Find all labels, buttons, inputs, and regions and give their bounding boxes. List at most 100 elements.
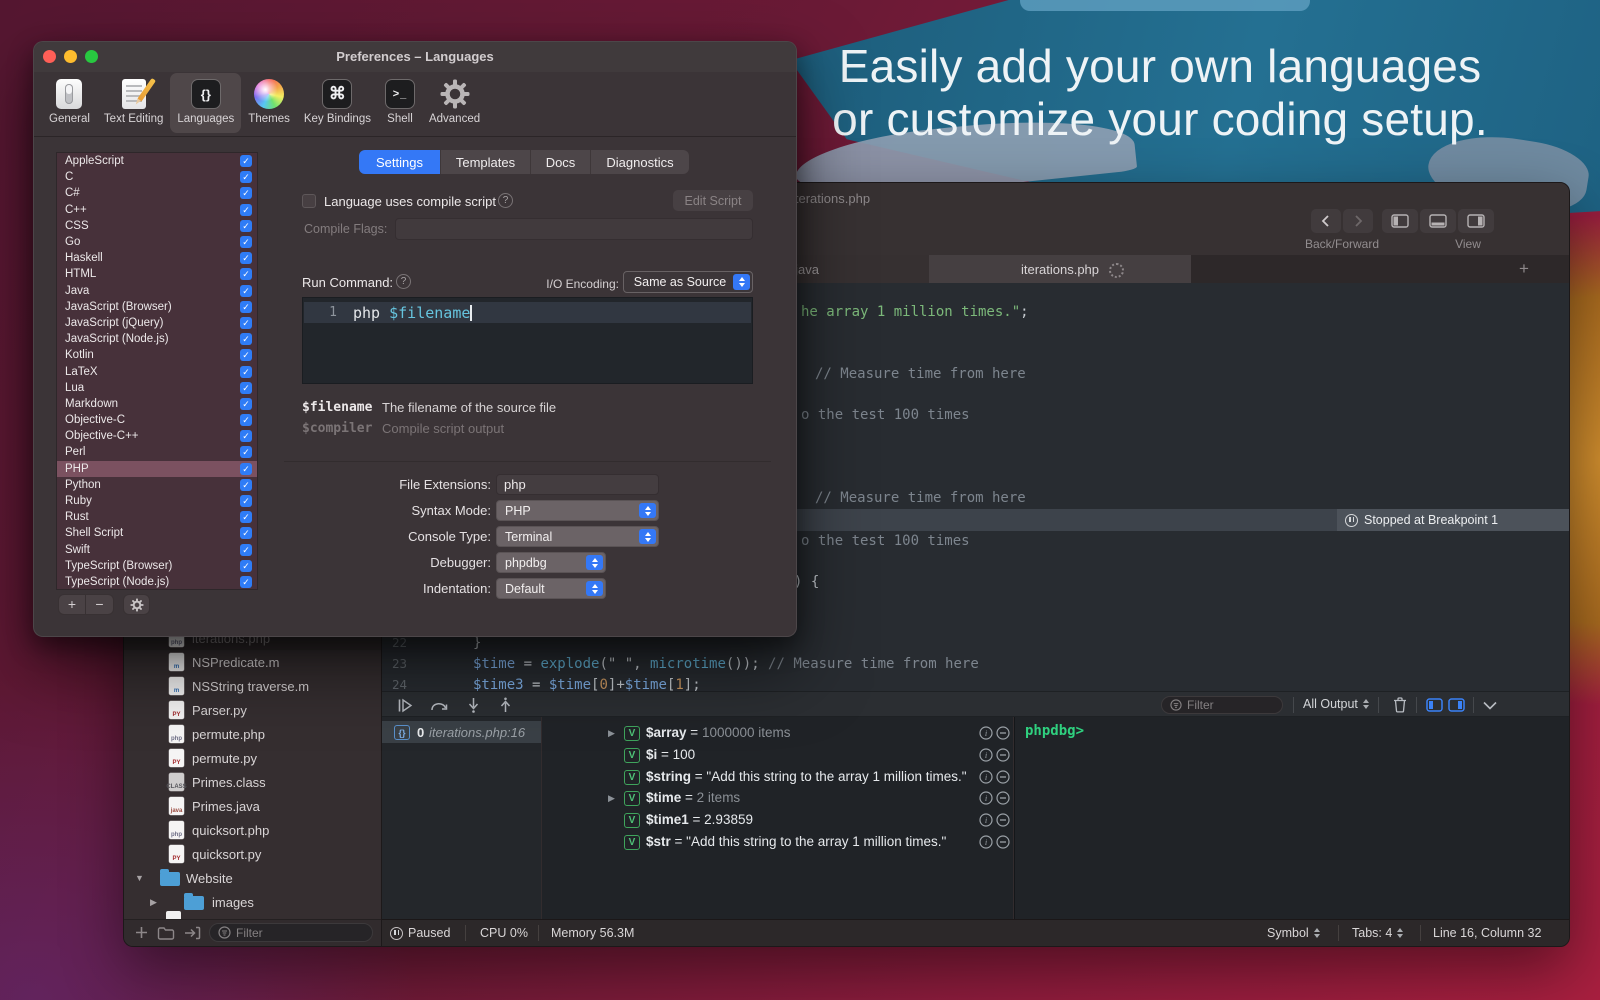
step-over-button[interactable] [430,696,448,714]
toggle-right-pane-button[interactable] [1447,696,1465,714]
checkbox-checked-icon[interactable]: ✓ [240,349,252,361]
checkbox-checked-icon[interactable]: ✓ [240,495,252,507]
debugger-popup[interactable]: phpdbg [496,552,606,573]
variable-row-time[interactable]: ▶V$time = 2 itemsi [542,788,1013,810]
checkbox-checked-icon[interactable]: ✓ [240,463,252,475]
remove-language-button[interactable]: − [86,594,114,615]
info-icon[interactable]: i [979,726,993,740]
language-row-latex[interactable]: LaTeX✓ [57,363,257,379]
info-icon[interactable]: i [979,748,993,762]
remove-watch-icon[interactable] [996,791,1010,805]
variable-row-time1[interactable]: V$time1 = 2.93859i [542,810,1013,832]
disclosure-closed-icon[interactable]: ▶ [608,728,615,739]
file-row-nspredicate-m[interactable]: mNSPredicate.m [124,650,381,674]
view-bottom-panel-button[interactable] [1420,209,1456,233]
language-row-html[interactable]: HTML✓ [57,266,257,282]
prefs-toolbar-item-languages[interactable]: {}Languages [170,73,241,133]
compile-flags-input[interactable] [395,218,753,240]
language-row-applescript[interactable]: AppleScript✓ [57,153,257,169]
tabs-dropdown[interactable]: Tabs: 4 [1352,926,1403,940]
file-row-primes-java[interactable]: javaPrimes.java [124,794,381,818]
language-row-swift[interactable]: Swift✓ [57,542,257,558]
file-row-quicksort-py[interactable]: PYquicksort.py [124,842,381,866]
prefs-tab-diagnostics[interactable]: Diagnostics [591,150,689,174]
checkbox-checked-icon[interactable]: ✓ [240,171,252,183]
language-row-typescript-browser[interactable]: TypeScript (Browser)✓ [57,558,257,574]
disclosure-closed-icon[interactable]: ▶ [150,897,157,908]
remove-watch-icon[interactable] [996,770,1010,784]
toggle-left-pane-button[interactable] [1425,696,1443,714]
clear-console-button[interactable] [1391,696,1409,714]
view-left-panel-button[interactable] [1382,209,1418,233]
back-button[interactable] [1311,209,1341,233]
collapse-console-button[interactable] [1481,696,1499,714]
run-command-help-button[interactable]: ? [396,274,411,289]
checkbox-checked-icon[interactable]: ✓ [240,187,252,199]
remove-watch-icon[interactable] [996,748,1010,762]
output-select[interactable]: All Output [1303,697,1369,711]
prefs-toolbar-item-shell[interactable]: >_Shell [378,73,422,133]
tab-iterations-php[interactable]: iterations.php [929,255,1191,283]
language-row-ruby[interactable]: Ruby✓ [57,493,257,509]
variable-row-string[interactable]: V$string = "Add this string to the array… [542,767,1013,789]
language-actions-button[interactable] [123,594,150,615]
checkbox-checked-icon[interactable]: ✓ [240,544,252,556]
console-type-popup[interactable]: Terminal [496,526,659,547]
checkbox-checked-icon[interactable]: ✓ [240,479,252,491]
checkbox-checked-icon[interactable]: ✓ [240,301,252,313]
variable-row-array[interactable]: ▶V$array = 1000000 itemsi [542,723,1013,745]
info-icon[interactable]: i [979,813,993,827]
checkbox-checked-icon[interactable]: ✓ [240,511,252,523]
indentation-popup[interactable]: Default [496,578,606,599]
sidebar-filter-input[interactable]: Filter [209,923,373,942]
prefs-toolbar-item-general[interactable]: General [42,73,97,133]
language-row-php[interactable]: PHP✓ [57,461,257,477]
language-row-haskell[interactable]: Haskell✓ [57,250,257,266]
import-button[interactable] [184,926,201,940]
language-row-go[interactable]: Go✓ [57,234,257,250]
checkbox-checked-icon[interactable]: ✓ [240,252,252,264]
checkbox-checked-icon[interactable]: ✓ [240,366,252,378]
language-row-python[interactable]: Python✓ [57,477,257,493]
info-icon[interactable]: i [979,835,993,849]
edit-script-button[interactable]: Edit Script [673,190,753,211]
prefs-toolbar-item-advanced[interactable]: Advanced [422,73,487,133]
language-row-css[interactable]: CSS✓ [57,218,257,234]
language-row-c[interactable]: C#✓ [57,185,257,201]
language-row-rust[interactable]: Rust✓ [57,509,257,525]
file-row-images[interactable]: ▶images [124,890,381,914]
view-right-panel-button[interactable] [1458,209,1494,233]
file-row-permute-php[interactable]: phppermute.php [124,722,381,746]
remove-watch-icon[interactable] [996,726,1010,740]
file-row-parser-py[interactable]: PYParser.py [124,698,381,722]
step-into-button[interactable] [464,696,482,714]
debug-console[interactable]: phpdbg> [1014,717,1570,919]
file-row-primes-class[interactable]: CLASSPrimes.class [124,770,381,794]
file-row-permute-py[interactable]: PYpermute.py [124,746,381,770]
checkbox-checked-icon[interactable]: ✓ [240,430,252,442]
language-row-shell-script[interactable]: Shell Script✓ [57,525,257,541]
compile-help-button[interactable]: ? [498,193,513,208]
checkbox-checked-icon[interactable]: ✓ [240,446,252,458]
disclosure-open-icon[interactable]: ▼ [135,873,144,883]
prefs-tab-templates[interactable]: Templates [441,150,531,174]
forward-button[interactable] [1343,209,1373,233]
checkbox-checked-icon[interactable]: ✓ [240,155,252,167]
checkbox-checked-icon[interactable]: ✓ [240,382,252,394]
language-row-c[interactable]: C✓ [57,169,257,185]
language-row-c[interactable]: C++✓ [57,202,257,218]
language-row-typescript-node-js[interactable]: TypeScript (Node.js)✓ [57,574,257,590]
checkbox-checked-icon[interactable]: ✓ [240,204,252,216]
prefs-toolbar-item-key-bindings[interactable]: ⌘Key Bindings [297,73,378,133]
checkbox-checked-icon[interactable]: ✓ [240,527,252,539]
run-command-editor[interactable]: 1 php $filename [302,297,753,384]
language-row-javascript-node-js[interactable]: JavaScript (Node.js)✓ [57,331,257,347]
stack-frame-row[interactable]: {} 0 iterations.php:16 [381,721,541,743]
continue-button[interactable] [396,696,414,714]
info-icon[interactable]: i [979,791,993,805]
checkbox-checked-icon[interactable]: ✓ [240,333,252,345]
disclosure-closed-icon[interactable]: ▶ [608,793,615,804]
variable-row-i[interactable]: V$i = 100i [542,745,1013,767]
remove-watch-icon[interactable] [996,813,1010,827]
prefs-tab-settings[interactable]: Settings [359,150,441,174]
